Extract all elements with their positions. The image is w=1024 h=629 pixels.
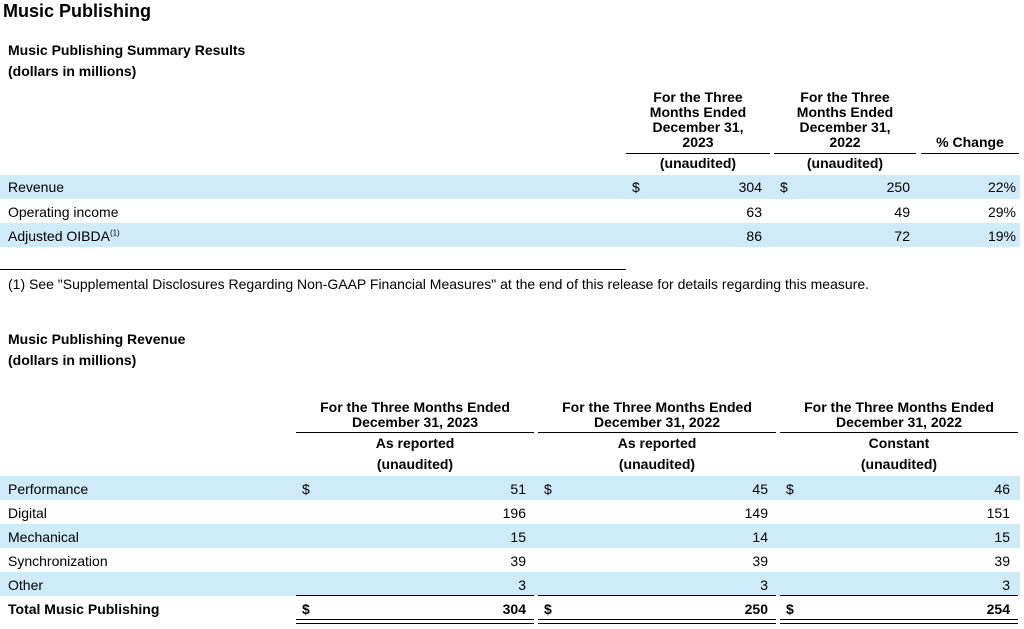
- value-2023: 86: [746, 228, 762, 244]
- revenue-col-c-header: For the Three Months Ended December 31, …: [804, 399, 994, 430]
- total-a: 304: [502, 601, 526, 617]
- value-change: 29%: [987, 204, 1016, 220]
- value-b: 14: [752, 529, 768, 545]
- revenue-col-c-unaudited: (unaudited): [860, 456, 938, 472]
- footnote-divider: [0, 269, 626, 270]
- value-change: 19%: [987, 228, 1016, 244]
- value-2022: 49: [894, 204, 910, 220]
- value-2022: 72: [894, 228, 910, 244]
- value-2023: 63: [746, 204, 762, 220]
- value-b: 3: [760, 577, 768, 593]
- value-a: 51: [510, 481, 526, 497]
- value-b: 149: [744, 505, 768, 521]
- value-c: 151: [986, 505, 1010, 521]
- row-label: Mechanical: [8, 529, 79, 545]
- currency-symbol: $: [786, 481, 794, 497]
- page-title: Music Publishing: [3, 1, 152, 21]
- value-a: 15: [510, 529, 526, 545]
- revenue-subtitle: (dollars in millions): [8, 352, 137, 368]
- summary-col-2022-unaudited: (unaudited): [806, 155, 884, 171]
- currency-symbol: $: [786, 601, 794, 617]
- row-label: Revenue: [8, 179, 65, 195]
- summary-col-2022-header: For the Three Months Ended December 31, …: [796, 89, 894, 150]
- currency-symbol: $: [302, 601, 310, 617]
- total-c: 254: [986, 601, 1010, 617]
- revenue-col-a-unaudited: (unaudited): [376, 456, 454, 472]
- value-c: 46: [994, 481, 1010, 497]
- value-a: 3: [518, 577, 526, 593]
- revenue-col-b-unaudited: (unaudited): [618, 456, 696, 472]
- footnote-ref: (1): [109, 228, 120, 238]
- value-c: 39: [994, 553, 1010, 569]
- total-b: 250: [744, 601, 768, 617]
- revenue-title: Music Publishing Revenue: [8, 331, 186, 347]
- value-a: 196: [502, 505, 526, 521]
- total-label: Total Music Publishing: [8, 601, 160, 617]
- revenue-col-a-basis: As reported: [375, 435, 455, 451]
- summary-col-change-header: % Change: [936, 134, 1004, 150]
- row-label: Other: [8, 577, 44, 593]
- currency-symbol: $: [544, 601, 552, 617]
- value-2023: 304: [738, 179, 762, 195]
- currency-symbol: $: [780, 179, 788, 195]
- value-b: 39: [752, 553, 768, 569]
- value-c: 15: [994, 529, 1010, 545]
- value-2022: 250: [886, 179, 910, 195]
- value-c: 3: [1002, 577, 1010, 593]
- currency-symbol: $: [302, 481, 310, 497]
- revenue-col-a-header: For the Three Months Ended December 31, …: [320, 399, 510, 430]
- revenue-col-b-header: For the Three Months Ended December 31, …: [562, 399, 752, 430]
- row-label: Operating income: [8, 204, 119, 220]
- row-label: Adjusted OIBDA(1): [8, 228, 120, 244]
- row-label: Synchronization: [8, 553, 108, 569]
- value-b: 45: [752, 481, 768, 497]
- revenue-col-c-basis: Constant: [868, 435, 930, 451]
- currency-symbol: $: [544, 481, 552, 497]
- row-label: Digital: [8, 505, 47, 521]
- revenue-col-b-basis: As reported: [617, 435, 697, 451]
- footnote: (1) See "Supplemental Disclosures Regard…: [8, 276, 870, 292]
- summary-col-2023-unaudited: (unaudited): [659, 155, 737, 171]
- currency-symbol: $: [632, 179, 640, 195]
- summary-col-2023-header: For the Three Months Ended December 31, …: [649, 89, 747, 150]
- summary-subtitle: (dollars in millions): [8, 63, 137, 79]
- value-a: 39: [510, 553, 526, 569]
- value-change: 22%: [987, 179, 1016, 195]
- summary-title: Music Publishing Summary Results: [8, 42, 246, 58]
- row-label: Performance: [8, 481, 89, 497]
